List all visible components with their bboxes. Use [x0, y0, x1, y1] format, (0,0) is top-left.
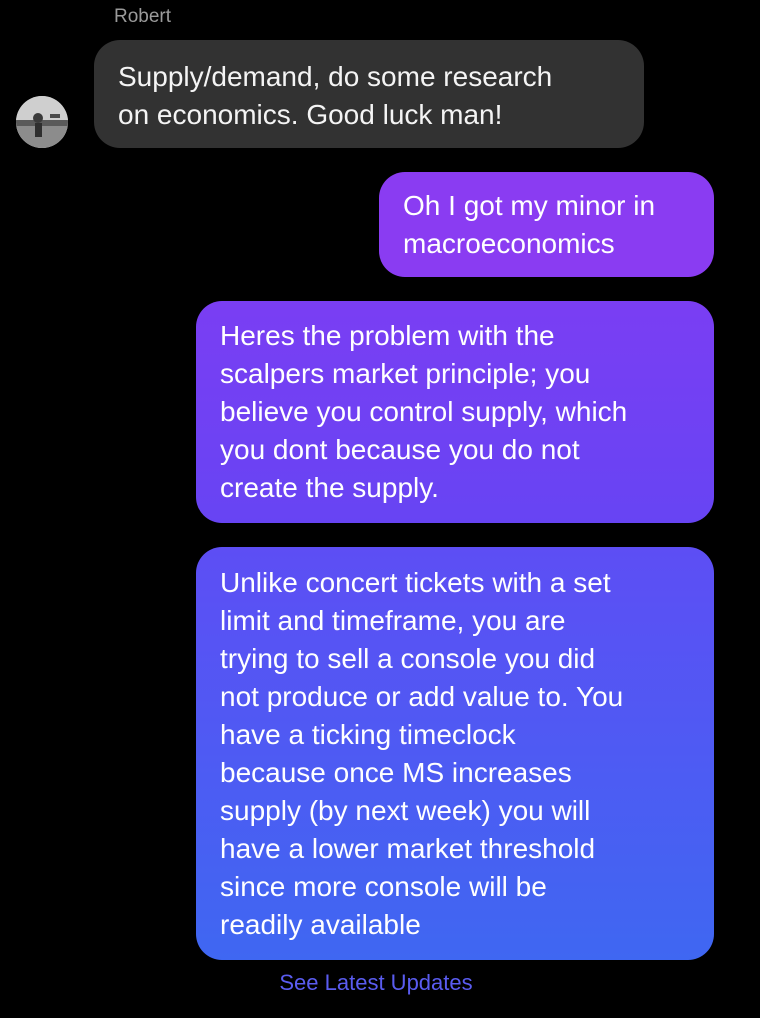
message-line: you dont because you do not: [220, 434, 580, 465]
message-bubble-outgoing[interactable]: Heres the problem with the scalpers mark…: [196, 301, 714, 523]
message-bubble-outgoing[interactable]: Oh I got my minor in macroeconomics: [379, 172, 714, 277]
message-line: macroeconomics: [403, 227, 615, 259]
message-line: believe you control supply, which: [220, 396, 628, 427]
message-line: create the supply.: [220, 472, 439, 503]
message-bubble-incoming[interactable]: Supply/demand, do some research on econo…: [94, 40, 644, 148]
message-line: have a lower market threshold: [220, 832, 596, 864]
message-line: supply (by next week) you will: [220, 794, 591, 826]
message-line: scalpers market principle; you: [220, 358, 591, 389]
message-bubble-outgoing[interactable]: Unlike concert tickets with a set limit …: [196, 547, 714, 960]
message-line: because once MS increases: [220, 756, 572, 788]
message-line: Unlike concert tickets with a set: [220, 566, 611, 598]
sender-avatar[interactable]: [16, 96, 68, 148]
message-line: Supply/demand, do some research: [118, 61, 553, 92]
avatar-photo-icon: [16, 96, 68, 148]
message-line: Heres the problem with the: [220, 320, 555, 351]
message-line: on economics. Good luck man!: [118, 99, 503, 130]
footer: See Latest Updates: [0, 970, 760, 996]
see-latest-updates-link[interactable]: See Latest Updates: [279, 970, 472, 996]
message-line: trying to sell a console you did: [220, 642, 596, 674]
message-line: limit and timeframe, you are: [220, 604, 566, 636]
message-line: have a ticking timeclock: [220, 718, 516, 750]
message-line: since more console will be: [220, 870, 547, 902]
message-line: Oh I got my minor in: [403, 189, 656, 221]
sender-name: Robert: [114, 6, 172, 27]
message-line: not produce or add value to. You: [220, 680, 624, 712]
message-line: readily available: [220, 908, 421, 940]
